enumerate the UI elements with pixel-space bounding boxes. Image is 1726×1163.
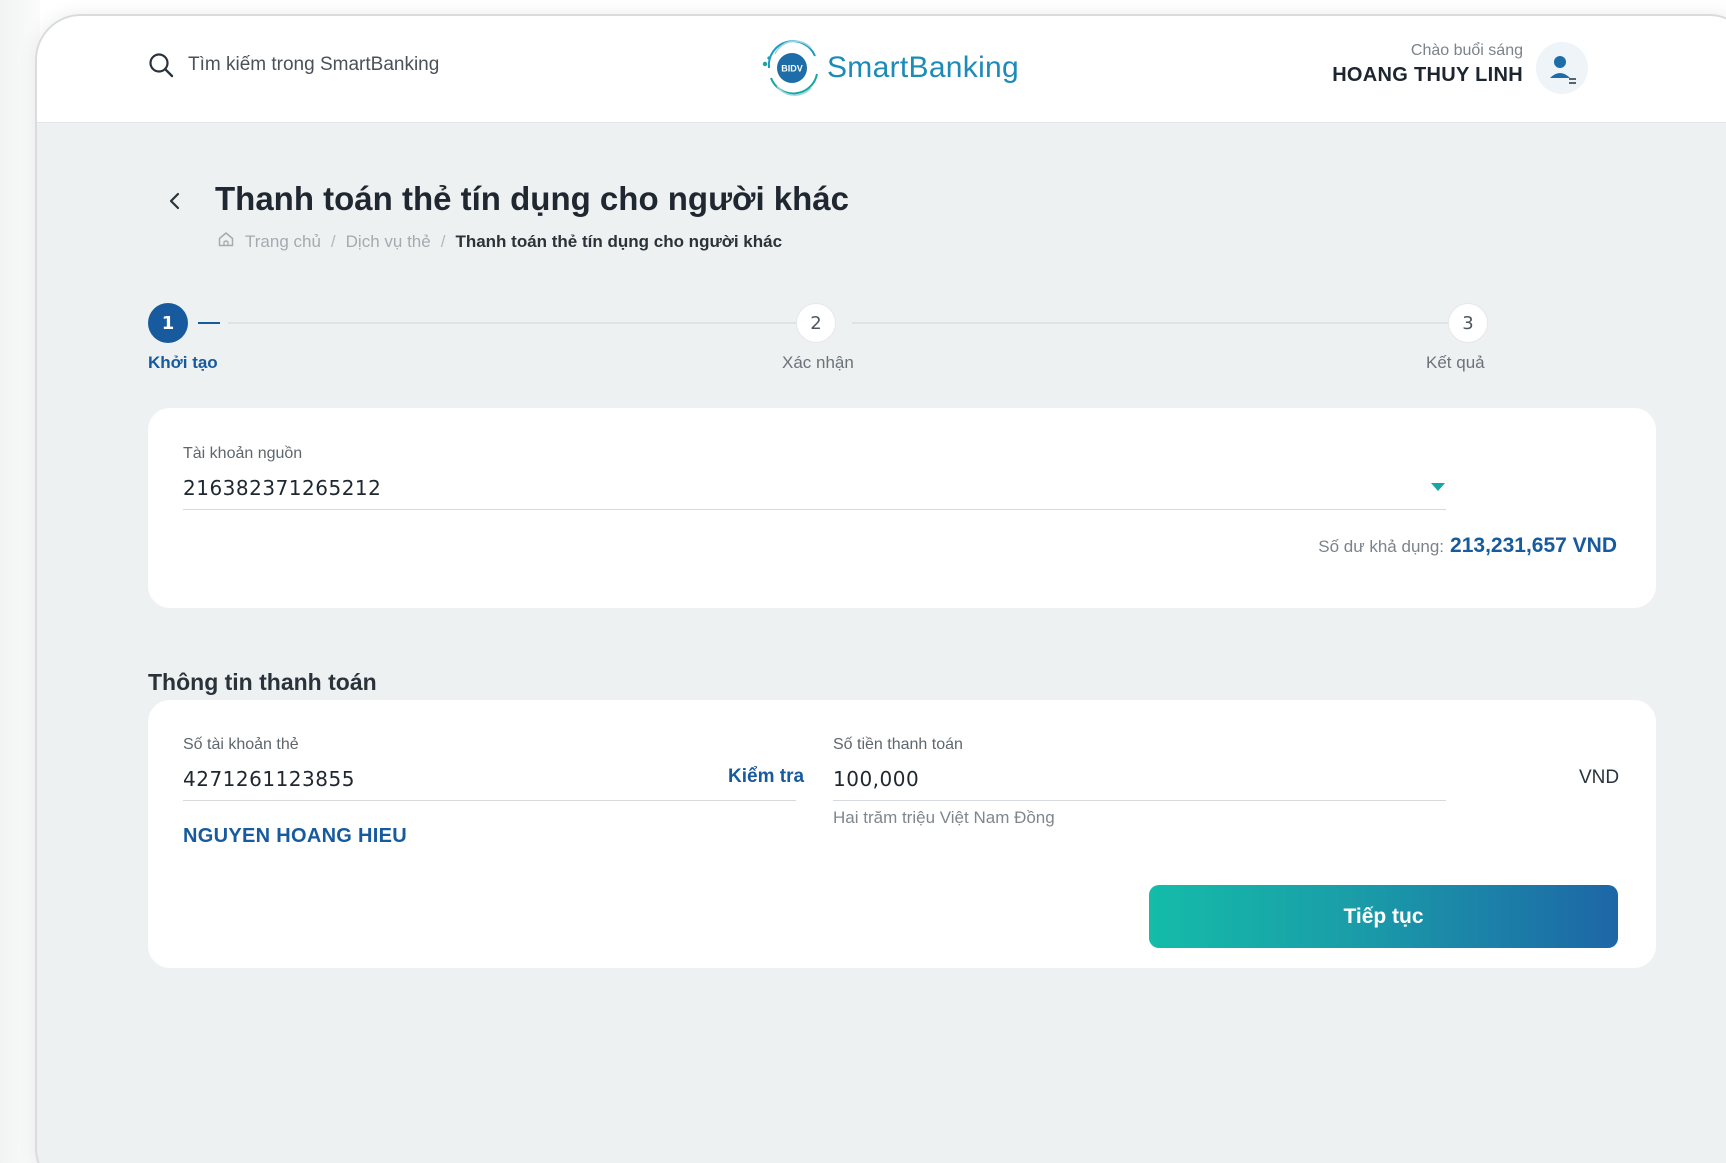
progress-stepper: 1 2 3 Khởi tạo Xác nhận Kết quả bbox=[148, 303, 1657, 383]
balance-label: Số dư khả dụng: bbox=[1318, 537, 1445, 556]
user-greeting: Chào buổi sáng HOANG THUY LINH bbox=[1332, 42, 1523, 87]
step-1-indicator: 1 bbox=[148, 303, 188, 343]
breadcrumb-home[interactable]: Trang chủ bbox=[245, 232, 321, 252]
caret-down-icon[interactable] bbox=[1431, 483, 1445, 491]
step-3-indicator: 3 bbox=[1448, 303, 1488, 343]
field-underline bbox=[183, 800, 796, 801]
card-owner-name: NGUYEN HOANG HIEU bbox=[183, 825, 408, 847]
source-account-label: Tài khoản nguồn bbox=[183, 445, 303, 462]
step-2-indicator: 2 bbox=[796, 303, 836, 343]
home-icon[interactable] bbox=[217, 230, 235, 253]
brand-name: SmartBanking bbox=[827, 51, 1020, 84]
currency-label: VND bbox=[1579, 767, 1620, 788]
breadcrumb-current: Thanh toán thẻ tín dụng cho người khác bbox=[455, 231, 783, 251]
greeting-text: Chào buổi sáng bbox=[1410, 42, 1523, 59]
payment-section-title: Thông tin thanh toán bbox=[148, 669, 377, 695]
step-3-label: Kết quả bbox=[1426, 353, 1485, 372]
step-2-label: Xác nhận bbox=[782, 353, 854, 372]
amount-input[interactable]: 100,000 bbox=[833, 767, 919, 791]
back-button[interactable] bbox=[160, 186, 190, 216]
page-title: Thanh toán thẻ tín dụng cho người khác bbox=[215, 180, 849, 217]
card-account-label: Số tài khoản thẻ bbox=[183, 736, 299, 753]
amount-in-words: Hai trăm triệu Việt Nam Đồng bbox=[833, 808, 1055, 827]
stepper-line bbox=[228, 322, 796, 324]
balance-amount: 213,231,657 VND bbox=[1450, 534, 1617, 557]
stepper-line bbox=[852, 322, 1448, 324]
field-underline bbox=[833, 800, 1446, 801]
bidv-logo-icon: BIDV bbox=[761, 36, 821, 100]
search-icon bbox=[148, 52, 174, 78]
source-account-select[interactable]: 216382371265212 bbox=[183, 476, 381, 500]
check-button[interactable]: Kiểm tra bbox=[728, 766, 804, 788]
stepper-progress-line bbox=[198, 322, 220, 324]
payment-info-card: Số tài khoản thẻ 4271261123855 Kiểm tra … bbox=[148, 700, 1656, 968]
brand-logo: BIDV SmartBanking bbox=[761, 36, 1019, 100]
field-underline bbox=[183, 509, 1446, 510]
user-icon bbox=[1550, 56, 1576, 84]
app-window: Tìm kiếm trong SmartBanking BIDV SmartBa… bbox=[35, 14, 1726, 1163]
page-edge-shadow bbox=[0, 0, 40, 1163]
user-name: HOANG THUY LINH bbox=[1332, 64, 1523, 86]
search-bar[interactable]: Tìm kiếm trong SmartBanking bbox=[148, 52, 439, 78]
breadcrumb-separator: / bbox=[330, 231, 336, 251]
available-balance: Số dư khả dụng: 213,231,657 VND bbox=[1318, 534, 1617, 558]
continue-button[interactable]: Tiếp tục bbox=[1149, 885, 1618, 948]
search-input[interactable]: Tìm kiếm trong SmartBanking bbox=[188, 54, 439, 76]
breadcrumb-separator: / bbox=[440, 231, 446, 251]
breadcrumb: Trang chủ / Dịch vụ thẻ / Thanh toán thẻ… bbox=[217, 230, 782, 253]
top-header: Tìm kiếm trong SmartBanking BIDV SmartBa… bbox=[37, 16, 1726, 123]
card-account-input[interactable]: 4271261123855 bbox=[183, 767, 355, 791]
breadcrumb-card-services[interactable]: Dịch vụ thẻ bbox=[346, 232, 431, 252]
chevron-left-icon bbox=[169, 192, 180, 210]
avatar[interactable] bbox=[1536, 42, 1588, 94]
source-account-card: Tài khoản nguồn 216382371265212 Số dư kh… bbox=[148, 408, 1656, 608]
step-1-label: Khởi tạo bbox=[148, 353, 218, 372]
logo-badge-text: BIDV bbox=[781, 64, 803, 74]
amount-label: Số tiền thanh toán bbox=[833, 736, 963, 753]
